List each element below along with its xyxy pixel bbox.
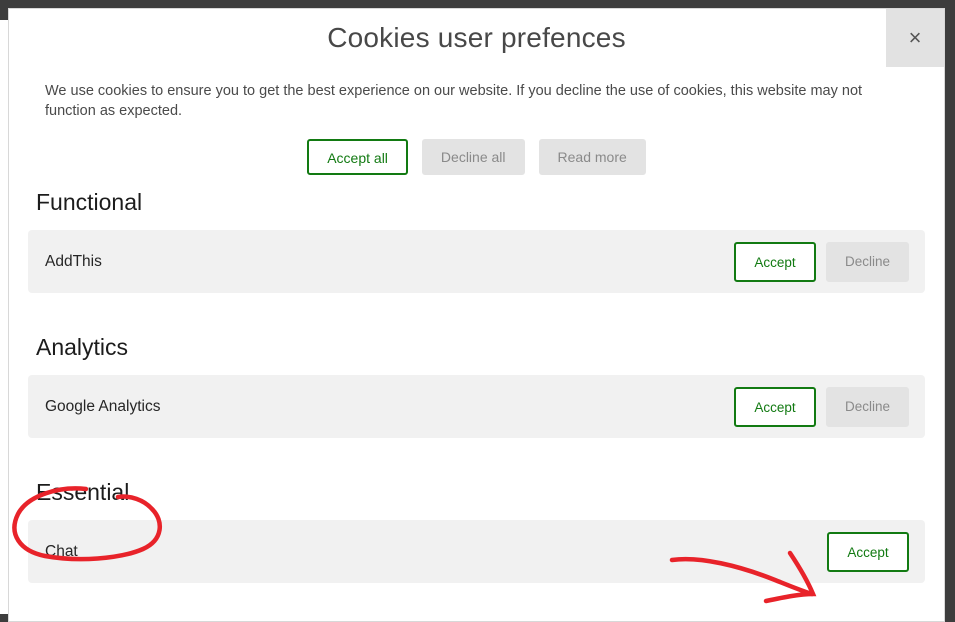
section-analytics: Analytics Google Analytics Accept Declin… xyxy=(28,334,925,438)
table-row: Chat Accept xyxy=(28,520,925,583)
cookie-preferences-dialog: Cookies user prefences × We use cookies … xyxy=(8,8,945,622)
row-actions: Accept Decline xyxy=(734,387,909,427)
accept-button-google-analytics[interactable]: Accept xyxy=(734,387,816,427)
table-row: Google Analytics Accept Decline xyxy=(28,375,925,438)
section-essential: Essential Chat Accept xyxy=(28,479,925,583)
row-actions: Accept Decline xyxy=(734,242,909,282)
decline-all-button[interactable]: Decline all xyxy=(422,139,525,175)
read-more-button[interactable]: Read more xyxy=(539,139,646,175)
table-row: AddThis Accept Decline xyxy=(28,230,925,293)
section-functional: Functional AddThis Accept Decline xyxy=(28,189,925,293)
dialog-header: Cookies user prefences × xyxy=(9,9,944,73)
cookie-name-google-analytics: Google Analytics xyxy=(45,398,734,416)
section-title-essential: Essential xyxy=(28,479,925,506)
intro-text: We use cookies to ensure you to get the … xyxy=(45,81,911,121)
decline-button-google-analytics[interactable]: Decline xyxy=(826,387,909,427)
page-left-strip xyxy=(0,20,8,614)
row-actions: Accept xyxy=(827,532,909,572)
accept-button-addthis[interactable]: Accept xyxy=(734,242,816,282)
decline-button-addthis[interactable]: Decline xyxy=(826,242,909,282)
page-title: Cookies user prefences xyxy=(9,22,944,54)
section-title-functional: Functional xyxy=(28,189,925,216)
cookie-name-chat: Chat xyxy=(45,543,827,561)
section-title-analytics: Analytics xyxy=(28,334,925,361)
accept-button-chat[interactable]: Accept xyxy=(827,532,909,572)
cookie-name-addthis: AddThis xyxy=(45,253,734,271)
global-actions: Accept all Decline all Read more xyxy=(9,139,944,175)
close-icon[interactable]: × xyxy=(886,9,944,67)
accept-all-button[interactable]: Accept all xyxy=(307,139,408,175)
